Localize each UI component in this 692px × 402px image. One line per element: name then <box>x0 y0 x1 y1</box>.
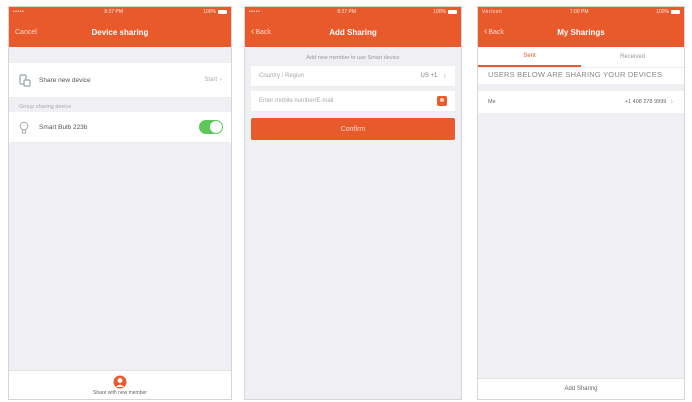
back-button[interactable]: ‹ Back <box>251 17 271 47</box>
nav-bar: Cancel Device sharing <box>9 17 231 47</box>
section-label: Group sharing device <box>19 104 72 110</box>
status-bar: ••••• 8:27 PM 100% <box>9 7 231 17</box>
device-sharing-screen: ••••• 8:27 PM 100% Cancel Device sharing… <box>8 6 232 400</box>
user-phone: +1 408 278 9999 <box>624 99 667 105</box>
sharing-tabs: Sent Received <box>478 47 684 68</box>
phone-email-input[interactable]: Enter mobile number/E-mail <box>251 91 455 112</box>
shared-user-row[interactable]: Me +1 408 278 9999 › <box>478 90 684 114</box>
battery-percent: 100% <box>433 9 446 15</box>
country-value: US +1 <box>420 73 438 79</box>
bulb-icon <box>17 120 31 134</box>
battery-icon <box>670 10 680 14</box>
chevron-left-icon: ‹ <box>484 26 488 37</box>
chevron-right-icon: › <box>443 71 446 80</box>
nav-bar: ‹ Back Add Sharing <box>245 17 461 47</box>
status-bar: ••••• 8:27 PM 100% <box>245 7 461 17</box>
my-sharings-screen: Verizon 7:00 PM 100% ‹ Back My Sharings … <box>477 6 685 400</box>
confirm-button[interactable]: Confirm <box>251 118 455 140</box>
contacts-icon[interactable] <box>437 96 447 106</box>
user-add-icon <box>113 375 127 388</box>
cancel-button[interactable]: Cancel <box>15 17 37 47</box>
carrier-signal: ••••• <box>249 9 261 15</box>
chevron-right-icon: › <box>220 77 222 83</box>
device-share-icon <box>17 73 31 87</box>
share-start-label: Start <box>204 77 217 83</box>
device-name: Smart Bulb 223b <box>39 123 88 131</box>
carrier-signal: ••••• <box>13 9 25 15</box>
add-member-hint: Add new member to use Smart device <box>306 55 400 61</box>
page-title: Add Sharing <box>329 27 377 37</box>
share-new-device-row[interactable]: Share new device Start › <box>9 63 231 98</box>
tab-received[interactable]: Received <box>581 47 684 67</box>
chevron-left-icon: ‹ <box>251 26 255 37</box>
shared-device-row: Smart Bulb 223b <box>9 112 231 143</box>
status-time: 8:27 PM <box>104 9 124 15</box>
back-label: Back <box>255 28 271 36</box>
add-sharing-screen: ••••• 8:27 PM 100% ‹ Back Add Sharing Ad… <box>244 6 462 400</box>
battery-percent: 100% <box>203 9 216 15</box>
country-label: Country / Region <box>259 73 305 79</box>
add-sharing-button[interactable]: Add Sharing <box>478 378 684 399</box>
sharing-heading: USERS BELOW ARE SHARING YOUR DEVICES <box>478 68 684 84</box>
chevron-right-icon: › <box>670 97 673 106</box>
page-title: Device sharing <box>91 27 149 37</box>
status-time: 7:00 PM <box>569 9 589 15</box>
device-share-toggle[interactable] <box>199 120 223 134</box>
battery-percent: 100% <box>656 9 669 15</box>
user-name: Me <box>488 99 496 105</box>
share-new-device-label: Share new device <box>39 76 91 84</box>
country-region-select[interactable]: Country / Region US +1 › <box>251 66 455 87</box>
status-bar: Verizon 7:00 PM 100% <box>478 7 684 17</box>
nav-bar: ‹ Back My Sharings <box>478 17 684 47</box>
status-time: 8:27 PM <box>337 9 357 15</box>
carrier-signal: Verizon <box>482 9 503 15</box>
back-label: Back <box>488 28 504 36</box>
battery-icon <box>448 10 457 14</box>
share-member-label: Share with new member <box>93 389 147 396</box>
page-title: My Sharings <box>557 27 605 37</box>
battery-icon <box>218 10 227 14</box>
tab-sent[interactable]: Sent <box>478 47 581 67</box>
share-member-bar[interactable]: Share with new member <box>9 370 231 399</box>
back-button[interactable]: ‹ Back <box>484 17 504 47</box>
phone-email-placeholder: Enter mobile number/E-mail <box>259 98 334 104</box>
